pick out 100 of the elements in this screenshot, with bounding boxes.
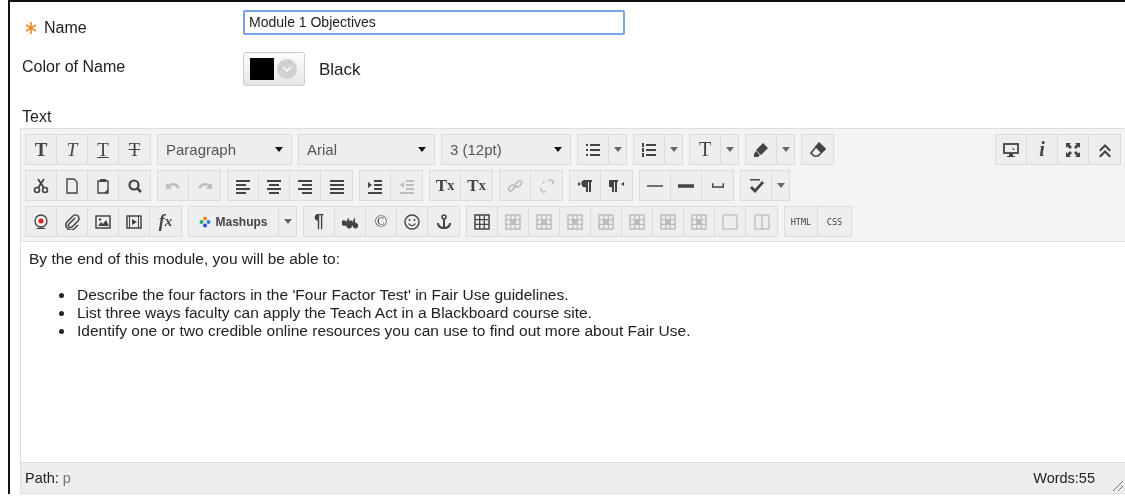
dropdown-arrow-button[interactable] <box>609 135 626 164</box>
color-picker-button[interactable] <box>243 52 305 86</box>
quote-button[interactable] <box>335 207 366 236</box>
align-left-button[interactable] <box>228 171 259 200</box>
underline-button[interactable]: T <box>88 135 119 164</box>
anchor-icon <box>435 213 452 230</box>
caret-icon <box>669 147 678 152</box>
css-button[interactable]: CSS <box>818 207 851 236</box>
clipboard-icon <box>95 177 111 194</box>
table-cell-icon <box>629 213 645 230</box>
document-icon <box>64 177 80 194</box>
table-cell-icon <box>691 213 707 230</box>
video-button[interactable] <box>119 207 150 236</box>
scissors-button[interactable] <box>26 171 57 200</box>
bullet-list-button[interactable] <box>578 135 609 164</box>
left-to-right-icon <box>577 177 593 194</box>
bold-button[interactable]: T <box>26 135 57 164</box>
monitor-icon <box>1003 141 1019 158</box>
numbered-list-icon <box>641 141 657 158</box>
undo-icon <box>166 182 180 189</box>
table-cell-icon <box>598 213 614 230</box>
left-to-right-button[interactable] <box>570 171 601 200</box>
chevron-down-icon <box>277 59 297 79</box>
dropdown[interactable]: Paragraph <box>158 135 291 164</box>
list-item: List three ways faculty can apply the Teach Act in a Blackboard course site. <box>77 304 592 322</box>
dropdown-arrow-button[interactable] <box>665 135 682 164</box>
dropdown[interactable]: Arial <box>299 135 434 164</box>
caret-icon <box>613 147 622 152</box>
copyright-button[interactable]: © <box>366 207 397 236</box>
color-swatch <box>250 58 274 80</box>
path-label: Path: <box>25 470 59 486</box>
table-cell-icon <box>567 213 583 230</box>
resize-grip-icon[interactable] <box>1111 479 1123 491</box>
redo-icon <box>197 182 212 189</box>
word-count: Words:55 <box>1033 470 1095 486</box>
paperclip-icon <box>64 213 80 230</box>
indent-button[interactable] <box>360 171 391 200</box>
space-button[interactable] <box>702 171 733 200</box>
info-button[interactable]: i <box>1027 135 1058 164</box>
right-to-left-icon <box>608 177 625 194</box>
text-color-button[interactable]: T <box>690 135 721 164</box>
eraser-icon <box>809 141 826 158</box>
webcam-button[interactable] <box>26 207 57 236</box>
align-right-button[interactable] <box>290 171 321 200</box>
colored-dots-icon <box>199 215 212 228</box>
caret-icon <box>418 147 426 152</box>
align-justify-button[interactable] <box>321 171 352 200</box>
path-value: p <box>62 470 71 486</box>
caret-icon <box>776 183 785 188</box>
document-button[interactable] <box>57 171 88 200</box>
link-icon <box>507 177 523 194</box>
fullscreen-button[interactable] <box>1058 135 1089 164</box>
scissors-icon <box>33 177 49 194</box>
caret-icon <box>275 147 283 152</box>
html-button[interactable]: HTML <box>785 207 818 236</box>
webcam-icon <box>33 213 49 230</box>
caret-icon <box>283 219 292 224</box>
pilcrow-button[interactable]: ¶ <box>304 207 335 236</box>
monitor-button[interactable] <box>996 135 1027 164</box>
table-cell-icon <box>536 213 552 230</box>
align-left-icon <box>235 177 251 194</box>
thin-line-button[interactable] <box>640 171 671 200</box>
list-item: Identify one or two credible online resources you can use to find out more about Fair Use. <box>77 322 691 340</box>
dropdown-arrow-button[interactable] <box>279 207 296 236</box>
table-button[interactable] <box>467 207 498 236</box>
spellcheck-icon <box>748 177 764 194</box>
align-justify-icon <box>328 177 345 194</box>
align-center-button[interactable] <box>259 171 290 200</box>
indent-icon <box>367 177 383 194</box>
search-icon <box>126 177 143 194</box>
dropdown-arrow-button[interactable] <box>721 135 738 164</box>
clipboard-button[interactable] <box>88 171 119 200</box>
smiley-button[interactable] <box>397 207 428 236</box>
eraser-button[interactable] <box>802 135 833 164</box>
strikethrough-button[interactable]: T <box>119 135 150 164</box>
highlighter-button[interactable] <box>746 135 777 164</box>
menu-button[interactable]: Mashups <box>189 207 279 236</box>
italic-button[interactable]: T <box>57 135 88 164</box>
field-label: Text <box>22 108 53 127</box>
thick-line-button[interactable] <box>671 171 702 200</box>
field-label: Name <box>44 19 87 37</box>
list-item: Describe the four factors in the 'Four Factor Test' in Fair Use guidelines. <box>77 286 569 304</box>
field-label: Color of Name <box>22 58 126 76</box>
dropdown-arrow-button[interactable] <box>777 135 794 164</box>
dropdown-arrow-button[interactable] <box>772 171 789 200</box>
caret-icon <box>554 147 562 152</box>
anchor-button[interactable] <box>428 207 459 236</box>
table-cell-icon <box>660 213 676 230</box>
numbered-list-button[interactable] <box>634 135 665 164</box>
dropdown[interactable]: 3 (12pt) <box>442 135 570 164</box>
spellcheck-button[interactable] <box>741 171 772 200</box>
name-input-field[interactable]: Module 1 Objectives <box>243 9 625 35</box>
image-button[interactable] <box>88 207 119 236</box>
right-to-left-button[interactable] <box>601 171 632 200</box>
highlighter-icon <box>753 141 769 158</box>
smiley-icon <box>404 213 420 230</box>
caret-icon <box>725 147 734 152</box>
search-button[interactable] <box>119 171 150 200</box>
collapse-button[interactable] <box>1089 135 1120 164</box>
paperclip-button[interactable] <box>57 207 88 236</box>
